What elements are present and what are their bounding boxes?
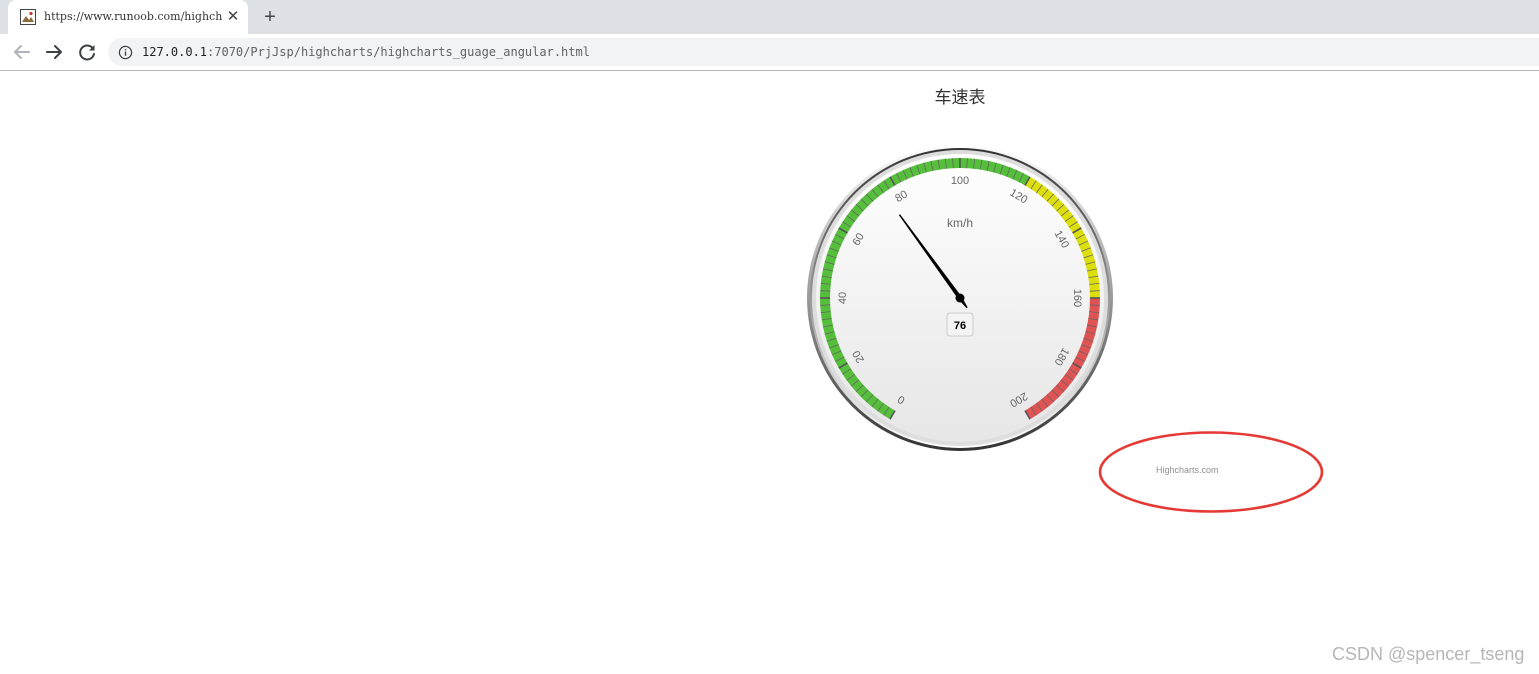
info-icon[interactable] — [118, 45, 133, 60]
minor-tick — [952, 158, 954, 169]
arrow-left-icon[interactable] — [10, 40, 34, 64]
tab-title: https://www.runoob.com/highcharts — [44, 10, 222, 23]
minor-tick — [1089, 290, 1100, 292]
minor-tick — [966, 158, 968, 169]
speedometer-gauge-chart: 车速表 020406080100120140160180200 km/h 76 — [807, 88, 1113, 451]
gauge-value-label: 76 — [946, 312, 974, 337]
reload-icon[interactable] — [75, 40, 99, 64]
browser-toolbar: 127.0.0.1:7070/PrjJsp/highcharts/highcha… — [0, 34, 1539, 71]
url-path: :7070/PrjJsp/highcharts/highcharts_guage… — [207, 45, 590, 59]
browser-tab[interactable]: https://www.runoob.com/highcharts ✕ — [8, 0, 248, 34]
page-content: 车速表 0 20 40 60 80 100 120 140 160 180 200 km/h 76 … — [0, 71, 1539, 674]
highcharts-credit-link[interactable]: Highcharts.com — [1156, 465, 1219, 475]
url-text[interactable]: 127.0.0.1:7070/PrjJsp/highcharts/highcha… — [142, 45, 590, 59]
arrow-right-icon[interactable] — [42, 40, 66, 64]
gauge-tick-label-40: 40 — [837, 292, 849, 304]
gauge-tick-label-100: 100 — [951, 175, 969, 187]
tab-strip: https://www.runoob.com/highcharts ✕ + — [0, 0, 1539, 34]
chart-title: 车速表 — [935, 88, 986, 108]
browser-window: https://www.runoob.com/highcharts ✕ + 12… — [0, 0, 1539, 674]
gauge-unit-label: km/h — [947, 216, 973, 230]
close-tab-icon[interactable]: ✕ — [224, 8, 242, 26]
new-tab-button[interactable]: + — [258, 5, 282, 29]
image-favicon-icon — [20, 9, 36, 25]
minor-tick — [820, 304, 831, 306]
gauge-tick-label-160: 160 — [1071, 289, 1083, 307]
address-bar[interactable]: 127.0.0.1:7070/PrjJsp/highcharts/highcha… — [108, 38, 1539, 66]
csdn-watermark: CSDN @spencer_tseng — [1332, 644, 1525, 664]
gauge-value-text: 76 — [954, 320, 966, 332]
gauge-needle-pivot — [955, 293, 965, 303]
url-host: 127.0.0.1 — [142, 45, 208, 59]
minor-tick — [820, 290, 831, 292]
minor-tick — [1089, 304, 1100, 306]
